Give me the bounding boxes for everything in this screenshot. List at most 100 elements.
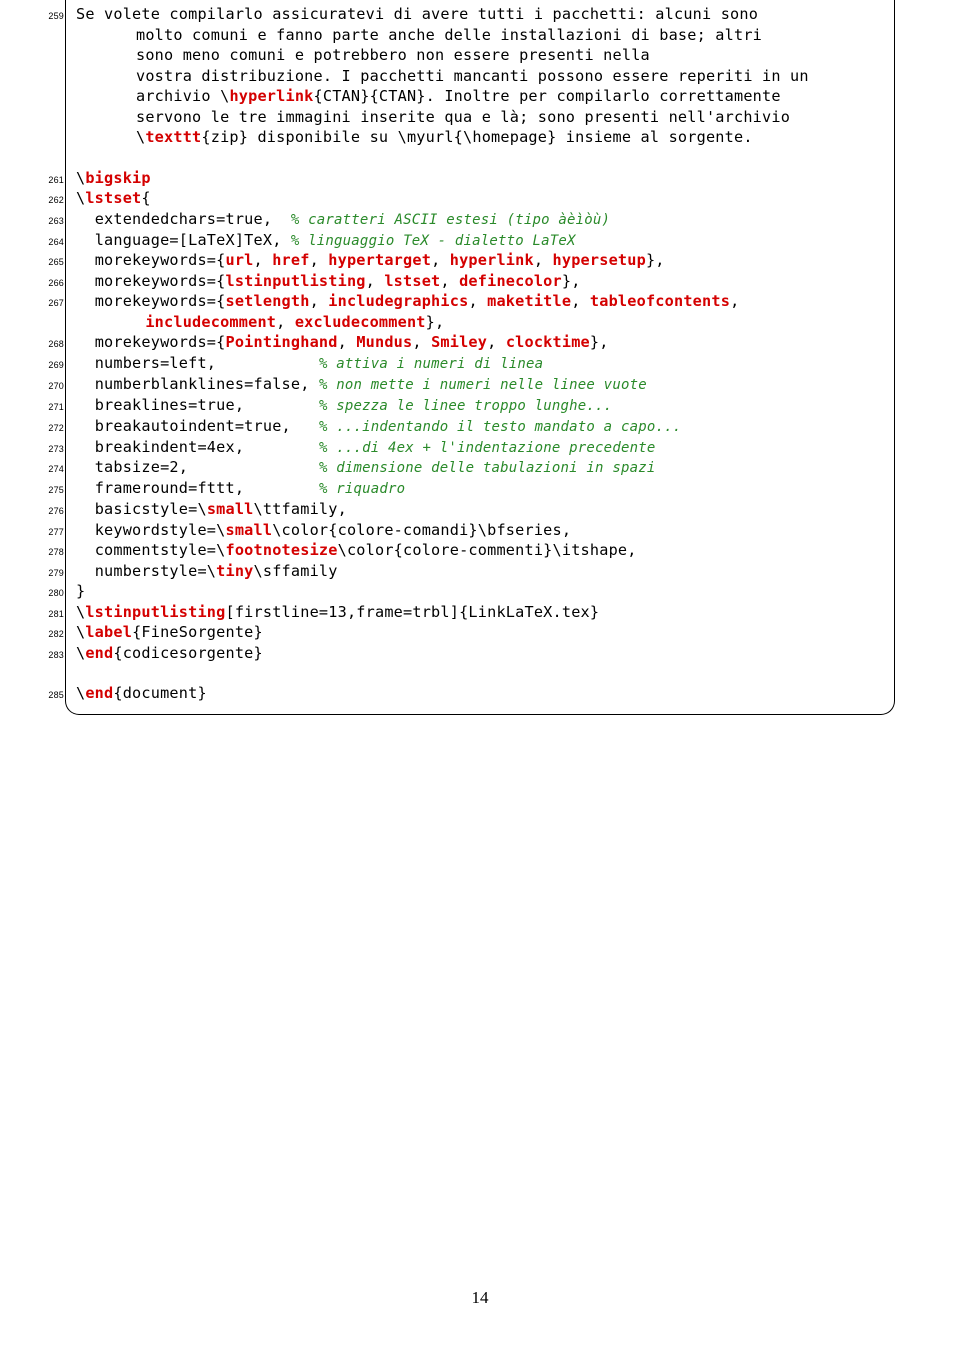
code-text: extendedchars=true, [76, 210, 291, 228]
code-text: \color{colore-comandi}\bfseries, [272, 521, 571, 539]
code-line: 285\end{document} [76, 683, 884, 704]
code-text: \ [76, 644, 85, 662]
comment-text: % dimensione delle tabulazioni in spazi [319, 460, 656, 476]
line-number: 261 [24, 174, 64, 186]
code-line: 264 language=[LaTeX]TeX, % linguaggio Te… [76, 230, 884, 251]
code-text: servono le tre immagini inserite qua e l… [136, 108, 790, 126]
keyword-text: includecomment [145, 313, 276, 331]
code-text: , [571, 292, 590, 310]
code-text: \color{colore-commenti}\itshape, [338, 541, 637, 559]
line-number: 280 [24, 587, 64, 599]
code-text: morekeywords={ [76, 292, 226, 310]
code-text: breakautoindent=true, [76, 417, 319, 435]
code-line: includecomment, excludecomment}, [76, 312, 884, 333]
code-text: \ [76, 189, 85, 207]
comment-text: % riquadro [319, 481, 405, 497]
code-line: 266 morekeywords={lstinputlisting, lstse… [76, 271, 884, 292]
code-line: 283\end{codicesorgente} [76, 643, 884, 664]
code-text: \ttfamily, [254, 500, 347, 518]
line-number: 276 [24, 505, 64, 517]
code-line: 261\bigskip [76, 168, 884, 189]
line-number: 278 [24, 546, 64, 558]
code-text: }, [646, 251, 665, 269]
code-text: \ [76, 684, 85, 702]
keyword-text: hyperlink [450, 251, 534, 269]
keyword-text: small [226, 521, 273, 539]
keyword-text: href [272, 251, 309, 269]
code-line: molto comuni e fanno parte anche delle i… [76, 25, 884, 46]
code-line: 271 breaklines=true, % spezza le linee t… [76, 395, 884, 416]
code-text: vostra distribuzione. I pacchetti mancan… [136, 67, 809, 85]
code-text: , [310, 251, 329, 269]
code-text: }, [426, 313, 445, 331]
code-line: archivio \hyperlink{CTAN}{CTAN}. Inoltre… [76, 86, 884, 107]
code-line: 262\lstset{ [76, 188, 884, 209]
code-text: breakindent=4ex, [76, 438, 319, 456]
keyword-text: setlength [226, 292, 310, 310]
blank-line [76, 663, 884, 683]
code-text: , [440, 272, 459, 290]
code-text: sono meno comuni e potrebbero non essere… [136, 46, 650, 64]
code-text: , [487, 333, 506, 351]
code-text: , [366, 272, 385, 290]
code-text: , [431, 251, 450, 269]
code-line: 277 keywordstyle=\small\color{colore-com… [76, 520, 884, 541]
code-text: , [254, 251, 273, 269]
code-text: , [730, 292, 739, 310]
code-line: 280} [76, 581, 884, 602]
line-number: 263 [24, 215, 64, 227]
line-number: 277 [24, 526, 64, 538]
code-listing-box: 259Se volete compilarlo assicuratevi di … [65, 0, 895, 715]
keyword-text: texttt [145, 128, 201, 146]
code-text: , [310, 292, 329, 310]
code-text: {document} [113, 684, 206, 702]
keyword-text: footnotesize [226, 541, 338, 559]
line-number: 279 [24, 567, 64, 579]
code-line: 275 frameround=fttt, % riquadro [76, 478, 884, 499]
code-line: 281\lstinputlisting[firstline=13,frame=t… [76, 602, 884, 623]
code-text: archivio \ [136, 87, 229, 105]
comment-text: % attiva i numeri di linea [319, 356, 543, 372]
keyword-text: small [207, 500, 254, 518]
code-text: {FineSorgente} [132, 623, 263, 641]
code-text: Se volete compilarlo assicuratevi di ave… [76, 5, 758, 23]
keyword-text: Smiley [431, 333, 487, 351]
code-line: vostra distribuzione. I pacchetti mancan… [76, 66, 884, 87]
line-number: 285 [24, 689, 64, 701]
code-text: keywordstyle=\ [76, 521, 226, 539]
code-text: molto comuni e fanno parte anche delle i… [136, 26, 762, 44]
page: 259Se volete compilarlo assicuratevi di … [0, 0, 960, 1363]
keyword-text: end [85, 644, 113, 662]
keyword-text: Mundus [356, 333, 412, 351]
code-text: numbers=left, [76, 354, 319, 372]
code-text: numberstyle=\ [76, 562, 216, 580]
code-line: 265 morekeywords={url, href, hypertarget… [76, 250, 884, 271]
line-number: 262 [24, 194, 64, 206]
code-line: 278 commentstyle=\footnotesize\color{col… [76, 540, 884, 561]
line-number: 266 [24, 277, 64, 289]
keyword-text: lstset [85, 189, 141, 207]
code-text: {zip} disponibile su \myurl{\homepage} i… [201, 128, 752, 146]
code-text [136, 313, 145, 331]
keyword-text: clocktime [506, 333, 590, 351]
code-line: 274 tabsize=2, % dimensione delle tabula… [76, 457, 884, 478]
line-number: 267 [24, 297, 64, 309]
keyword-text: excludecomment [295, 313, 426, 331]
code-text: } [76, 582, 85, 600]
keyword-text: definecolor [459, 272, 562, 290]
code-line: 259Se volete compilarlo assicuratevi di … [76, 4, 884, 25]
comment-text: % non mette i numeri nelle linee vuote [319, 377, 647, 393]
code-line: 267 morekeywords={setlength, includegrap… [76, 291, 884, 312]
line-number: 274 [24, 463, 64, 475]
comment-text: % ...indentando il testo mandato a capo.… [319, 419, 681, 435]
code-text: language=[LaTeX]TeX, [76, 231, 291, 249]
code-text: numberblanklines=false, [76, 375, 319, 393]
keyword-text: includegraphics [328, 292, 468, 310]
code-line: 272 breakautoindent=true, % ...indentand… [76, 416, 884, 437]
line-number: 272 [24, 422, 64, 434]
keyword-text: Pointinghand [226, 333, 338, 351]
code-text: \ [76, 169, 85, 187]
line-number: 268 [24, 338, 64, 350]
keyword-text: bigskip [85, 169, 150, 187]
code-text: \ [76, 623, 85, 641]
